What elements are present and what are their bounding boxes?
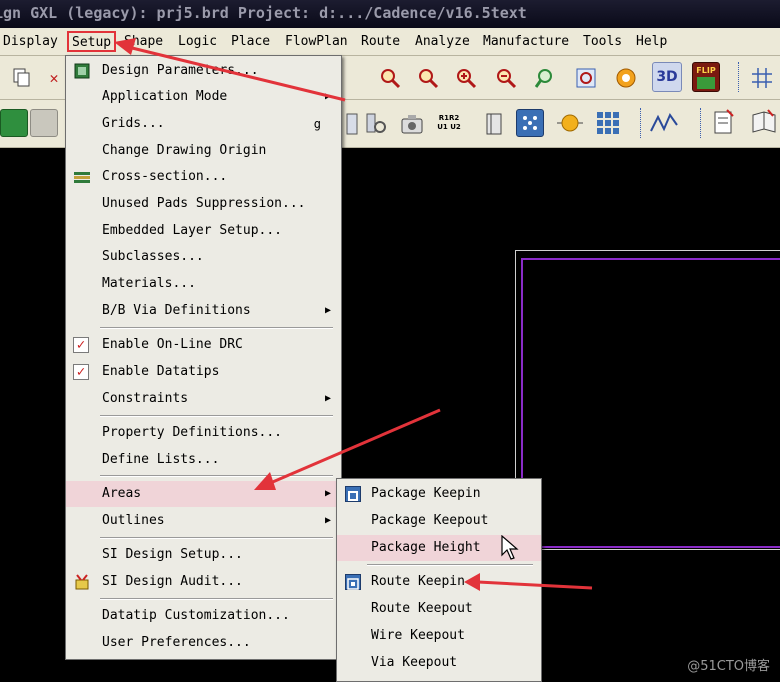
menu-item-bb-via-definitions[interactable]: B/B Via Definitions ▶: [66, 298, 341, 324]
signal-icon[interactable]: [650, 109, 678, 137]
menu-setup[interactable]: Setup: [67, 31, 117, 52]
menu-tools[interactable]: Tools: [580, 32, 625, 53]
delete-icon[interactable]: ✕: [40, 64, 68, 92]
grids-shortcut: g: [313, 117, 321, 131]
measure-icon[interactable]: [362, 110, 390, 138]
menu-item-materials[interactable]: Materials...: [66, 271, 341, 297]
menu-item-application-mode[interactable]: Application Mode ▶: [66, 84, 341, 110]
submenu-arrow-icon: ▶: [324, 393, 331, 404]
setup-menu: Design Parameters... Application Mode ▶ …: [65, 55, 342, 660]
menu-item-via-keepout[interactable]: Via Keepout: [337, 650, 541, 676]
cross-section-icon: [74, 169, 90, 185]
3d-view-icon[interactable]: 3D: [652, 62, 682, 92]
color-palette-icon[interactable]: [30, 109, 58, 137]
testpoint-icon[interactable]: [556, 109, 584, 137]
menu-item-grids[interactable]: Grids... g: [66, 111, 341, 137]
pin-grid-icon[interactable]: [516, 109, 544, 137]
menu-divider: [100, 415, 333, 417]
menu-item-route-keepin[interactable]: Route Keepin: [337, 569, 541, 595]
menu-item-si-design-audit[interactable]: SI Design Audit...: [66, 569, 341, 595]
window-title-bar: ign GXL (legacy): prj5.brd Project: d:..…: [0, 0, 780, 28]
menu-item-cross-section[interactable]: Cross-section...: [66, 164, 341, 190]
menu-display[interactable]: Display: [0, 32, 61, 53]
menu-item-outlines[interactable]: Outlines ▶: [66, 508, 341, 534]
menu-divider: [100, 327, 333, 329]
flip-label: FLIP: [696, 65, 716, 75]
camera-icon[interactable]: [398, 110, 426, 138]
ratsnest-label-top: R1R2: [438, 114, 460, 122]
submenu-arrow-icon: ▶: [324, 91, 331, 102]
report-icon[interactable]: [710, 108, 738, 136]
toolbar-separator: [700, 108, 702, 138]
route-keepin-outline: [521, 258, 780, 548]
menu-item-unused-pads-suppression[interactable]: Unused Pads Suppression...: [66, 191, 341, 217]
grid-toggle-icon[interactable]: [748, 64, 776, 92]
mouse-pointer-icon: [501, 534, 519, 565]
submenu-arrow-icon: ▶: [324, 305, 331, 316]
zoom-fit-icon[interactable]: [376, 64, 404, 92]
window-title: ign GXL (legacy): prj5.brd Project: d:..…: [0, 4, 527, 22]
toolbar-separator: [738, 62, 740, 92]
package-keepin-icon: [345, 486, 361, 502]
ratsnest-label-bottom: U1 U2: [437, 123, 461, 131]
menu-help[interactable]: Help: [633, 32, 670, 53]
menu-manufacture[interactable]: Manufacture: [480, 32, 572, 53]
array-icon[interactable]: [594, 109, 622, 137]
zoom-previous-icon[interactable]: [532, 64, 560, 92]
menu-flowplan[interactable]: FlowPlan: [282, 32, 351, 53]
menu-item-route-keepout[interactable]: Route Keepout: [337, 596, 541, 622]
menu-item-subclasses[interactable]: Subclasses...: [66, 244, 341, 270]
checkbox-checked-icon[interactable]: ✓: [73, 364, 89, 380]
watermark: @51CTO博客: [687, 659, 770, 674]
menu-analyze[interactable]: Analyze: [412, 32, 473, 53]
layer-visibility-icon[interactable]: [0, 109, 28, 137]
zoom-out-icon[interactable]: [492, 64, 520, 92]
areas-submenu: Package Keepin Package Keepout Package H…: [336, 478, 542, 682]
copy-icon[interactable]: [8, 64, 36, 92]
menu-item-design-parameters[interactable]: Design Parameters...: [66, 58, 341, 84]
si-audit-icon: [74, 574, 90, 590]
menu-item-change-drawing-origin[interactable]: Change Drawing Origin: [66, 138, 341, 164]
menu-logic[interactable]: Logic: [175, 32, 220, 53]
menu-item-si-design-setup[interactable]: SI Design Setup...: [66, 542, 341, 568]
menu-divider: [100, 475, 333, 477]
flip-icon[interactable]: FLIP: [692, 62, 720, 92]
book-icon[interactable]: [480, 110, 508, 138]
menu-item-datatip-customization[interactable]: Datatip Customization...: [66, 603, 341, 629]
menu-divider: [100, 537, 333, 539]
menu-bar: Display Setup Shape Logic Place FlowPlan…: [0, 28, 780, 56]
design-params-icon: [74, 63, 90, 79]
menu-shape[interactable]: Shape: [121, 32, 166, 53]
menu-item-constraints[interactable]: Constraints ▶: [66, 386, 341, 412]
menu-item-embedded-layer-setup[interactable]: Embedded Layer Setup...: [66, 218, 341, 244]
menu-route[interactable]: Route: [358, 32, 403, 53]
redraw-icon[interactable]: [612, 64, 640, 92]
submenu-arrow-icon: ▶: [324, 515, 331, 526]
checkbox-checked-icon[interactable]: ✓: [73, 337, 89, 353]
menu-item-enable-online-drc[interactable]: ✓ Enable On-Line DRC: [66, 332, 341, 358]
menu-item-package-keepin[interactable]: Package Keepin: [337, 481, 541, 507]
zoom-world-icon[interactable]: [572, 64, 600, 92]
3d-label: 3D: [656, 69, 678, 85]
zoom-points-icon[interactable]: [414, 64, 442, 92]
menu-item-user-preferences[interactable]: User Preferences...: [66, 630, 341, 656]
menu-item-areas[interactable]: Areas ▶: [66, 481, 341, 507]
ratsnest-icon[interactable]: R1R2 U1 U2: [432, 106, 466, 140]
menu-divider: [100, 598, 333, 600]
menu-item-enable-datatips[interactable]: ✓ Enable Datatips: [66, 359, 341, 385]
toolbar-separator: [640, 108, 642, 138]
menu-item-wire-keepout[interactable]: Wire Keepout: [337, 623, 541, 649]
route-keepin-icon: [345, 574, 361, 590]
menu-item-property-definitions[interactable]: Property Definitions...: [66, 420, 341, 446]
documentation-icon[interactable]: [750, 108, 778, 136]
menu-item-define-lists[interactable]: Define Lists...: [66, 447, 341, 473]
zoom-in-icon[interactable]: [452, 64, 480, 92]
menu-item-package-keepout[interactable]: Package Keepout: [337, 508, 541, 534]
submenu-arrow-icon: ▶: [324, 488, 331, 499]
menu-place[interactable]: Place: [228, 32, 273, 53]
